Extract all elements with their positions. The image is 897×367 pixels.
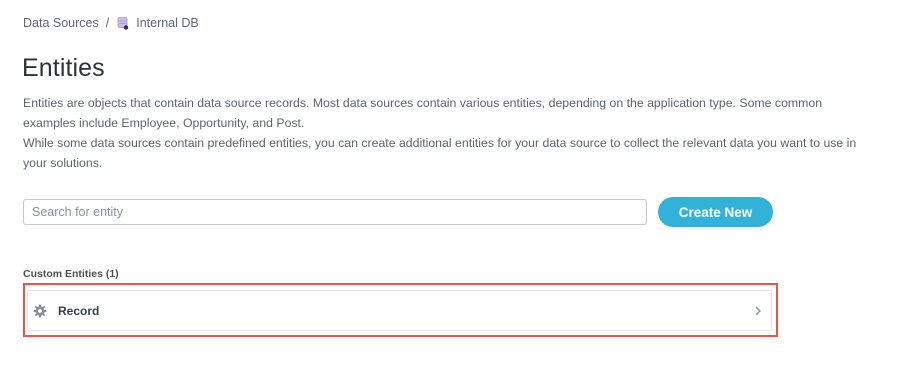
search-entity-input[interactable]: [23, 199, 647, 225]
breadcrumb-internal-db: Internal DB: [136, 16, 199, 30]
page: Data Sources / Internal DB Entities Enti…: [0, 0, 897, 367]
database-icon: [117, 16, 129, 30]
description-paragraph-1: Entities are objects that contain data s…: [23, 96, 823, 130]
breadcrumb-data-sources[interactable]: Data Sources: [23, 16, 99, 30]
chevron-right-icon: [754, 305, 762, 317]
entity-name: Record: [58, 303, 100, 318]
breadcrumb: Data Sources / Internal DB: [23, 16, 199, 30]
gear-icon: [33, 304, 47, 318]
create-new-button[interactable]: Create New: [658, 197, 773, 227]
breadcrumb-separator: /: [105, 16, 110, 30]
page-description: Entities are objects that contain data s…: [23, 93, 878, 173]
page-title: Entities: [22, 54, 105, 82]
custom-entities-label: Custom Entities (1): [23, 268, 119, 280]
description-paragraph-2: While some data sources contain predefin…: [23, 136, 857, 170]
entity-row-record[interactable]: Record: [27, 290, 772, 331]
